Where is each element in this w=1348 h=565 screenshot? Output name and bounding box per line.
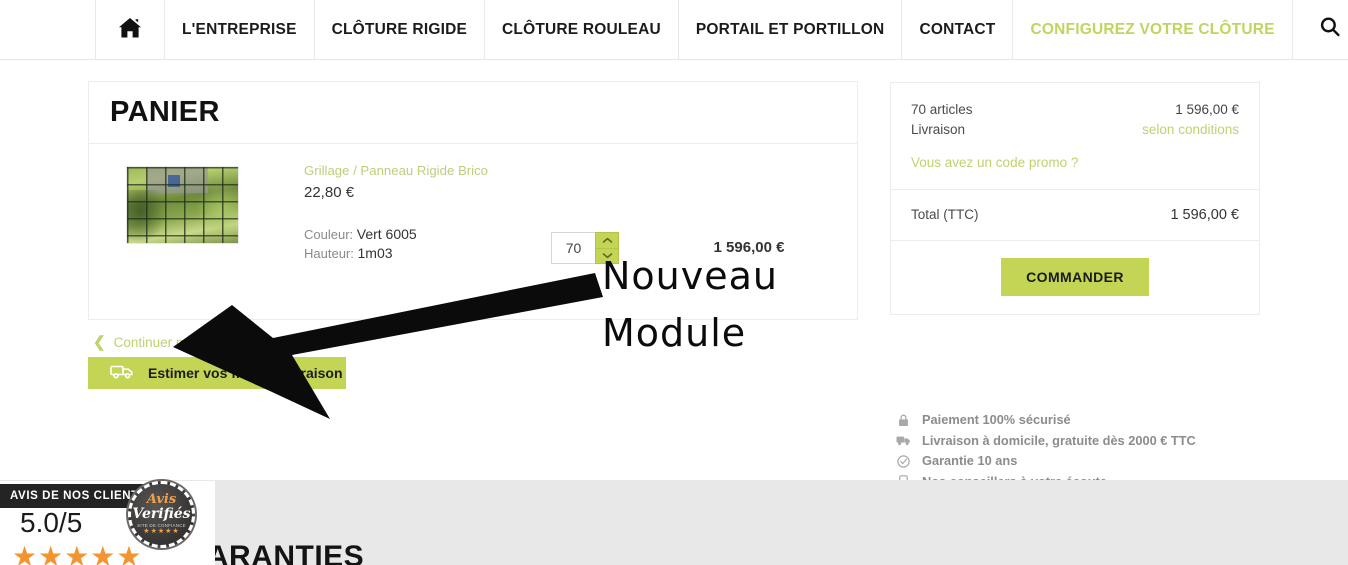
- badge-line-4: ★★★★★: [143, 528, 180, 535]
- product-name-link[interactable]: Grillage / Panneau Rigide Brico: [304, 162, 534, 180]
- order-summary-panel: 70 articles 1 596,00 € Livraison selon c…: [890, 82, 1260, 315]
- quantity-buttons: [595, 232, 619, 264]
- quantity-decrease-button[interactable]: [595, 248, 619, 264]
- avis-verifies-badge-icon[interactable]: Avis Verifiés SITE DE CONFIANCE ★★★★★: [128, 481, 195, 548]
- reviews-stars: ★★★★★: [12, 541, 143, 565]
- summary-details-block: 70 articles 1 596,00 € Livraison selon c…: [891, 83, 1259, 190]
- page-title: PANIER: [110, 96, 220, 128]
- order-button[interactable]: COMMANDER: [1001, 258, 1149, 296]
- check-circle-icon: [896, 455, 911, 468]
- trust-item-warranty: Garantie 10 ans: [896, 451, 1276, 472]
- cart-header: PANIER: [89, 82, 857, 144]
- trust-item-secure-payment: Paiement 100% sécurisé: [896, 410, 1276, 431]
- main-navigation: L'ENTREPRISE CLÔTURE RIGIDE CLÔTURE ROUL…: [0, 0, 1348, 60]
- quantity-input[interactable]: [551, 232, 595, 264]
- product-attributes: Couleur: Vert 6005 Hauteur: 1m03: [304, 225, 534, 263]
- estimate-shipping-button[interactable]: Estimer vos frais de livraison: [88, 357, 346, 389]
- cart-page: L'ENTREPRISE CLÔTURE RIGIDE CLÔTURE ROUL…: [0, 0, 1348, 565]
- search-icon: [1319, 16, 1341, 43]
- summary-row-shipping: Livraison selon conditions: [911, 120, 1239, 140]
- nav-left-spacer: [0, 0, 96, 59]
- summary-row-articles: 70 articles 1 596,00 €: [911, 100, 1239, 120]
- product-unit-price: 22,80 €: [304, 184, 355, 201]
- nav-item-cloture-rigide[interactable]: CLÔTURE RIGIDE: [313, 0, 486, 59]
- cart-panel: PANIER Grillage / Panneau Rigide Brico 2…: [88, 81, 907, 320]
- continue-shopping-link[interactable]: ❮ Continuer mes achats: [93, 333, 245, 351]
- nav-label: CLÔTURE ROULEAU: [502, 20, 661, 38]
- home-icon: [118, 17, 142, 43]
- badge-line-1: Avis: [146, 492, 177, 507]
- truck-icon: [896, 435, 911, 446]
- trust-item-home-delivery: Livraison à domicile, gratuite dès 2000 …: [896, 431, 1276, 452]
- nav-item-contact[interactable]: CONTACT: [901, 0, 1014, 59]
- attribute-color-label: Couleur:: [304, 227, 354, 242]
- page-content: PANIER Grillage / Panneau Rigide Brico 2…: [0, 60, 1348, 509]
- nav-search-button[interactable]: [1291, 0, 1348, 59]
- attribute-height-label: Hauteur:: [304, 246, 354, 261]
- summary-row-total: Total (TTC) 1 596,00 €: [891, 190, 1259, 241]
- chevron-left-icon: ❮: [93, 334, 106, 351]
- summary-shipping-value: selon conditions: [1142, 122, 1239, 137]
- nav-label: PORTAIL ET PORTILLON: [695, 20, 885, 38]
- reviews-score: 5.0/5: [20, 507, 83, 538]
- lock-icon: [896, 414, 911, 427]
- estimate-shipping-label: Estimer vos frais de livraison: [148, 365, 343, 381]
- summary-action-block: COMMANDER: [891, 241, 1259, 314]
- trust-label: Livraison à domicile, gratuite dès 2000 …: [922, 432, 1196, 448]
- nav-item-cloture-rouleau[interactable]: CLÔTURE ROULEAU: [484, 0, 679, 59]
- summary-total-value: 1 596,00 €: [1170, 207, 1239, 223]
- attribute-color: Couleur: Vert 6005: [304, 225, 534, 244]
- cart-line-item: Grillage / Panneau Rigide Brico 22,80 € …: [89, 144, 907, 319]
- nav-label: L'ENTREPRISE: [182, 20, 297, 38]
- promo-code-link[interactable]: Vous avez un code promo ?: [911, 155, 1239, 170]
- product-thumbnail[interactable]: [126, 166, 239, 244]
- nav-label: CONFIGUREZ VOTRE CLÔTURE: [1030, 20, 1275, 38]
- trust-label: Garantie 10 ans: [922, 453, 1018, 468]
- nav-item-home[interactable]: [95, 0, 165, 59]
- continue-shopping-label: Continuer mes achats: [113, 334, 245, 350]
- badge-line-2: Verifiés: [132, 506, 191, 522]
- nav-label: CONTACT: [919, 20, 996, 38]
- nav-item-lentreprise[interactable]: L'ENTREPRISE: [164, 0, 315, 59]
- thumbnail-fence-mesh: [127, 167, 238, 243]
- summary-shipping-label: Livraison: [911, 122, 966, 137]
- attribute-height-value: 1m03: [357, 245, 393, 261]
- quantity-increase-button[interactable]: [595, 232, 619, 249]
- summary-total-label: Total (TTC): [911, 207, 979, 222]
- summary-articles-value: 1 596,00 €: [1175, 102, 1239, 117]
- nav-item-portail-et-portillon[interactable]: PORTAIL ET PORTILLON: [677, 0, 903, 59]
- attribute-color-value: Vert 6005: [356, 226, 417, 242]
- attribute-height: Hauteur: 1m03: [304, 244, 534, 263]
- nav-item-configurez-votre-cloture[interactable]: CONFIGUREZ VOTRE CLÔTURE: [1012, 0, 1293, 59]
- truck-icon: [110, 364, 134, 382]
- line-item-total: 1 596,00 €: [713, 239, 785, 256]
- nav-label: CLÔTURE RIGIDE: [331, 20, 468, 38]
- summary-articles-label: 70 articles: [911, 102, 973, 117]
- quantity-stepper[interactable]: [551, 232, 619, 264]
- trust-label: Paiement 100% sécurisé: [922, 412, 1071, 427]
- product-info: Grillage / Panneau Rigide Brico 22,80 € …: [304, 162, 534, 263]
